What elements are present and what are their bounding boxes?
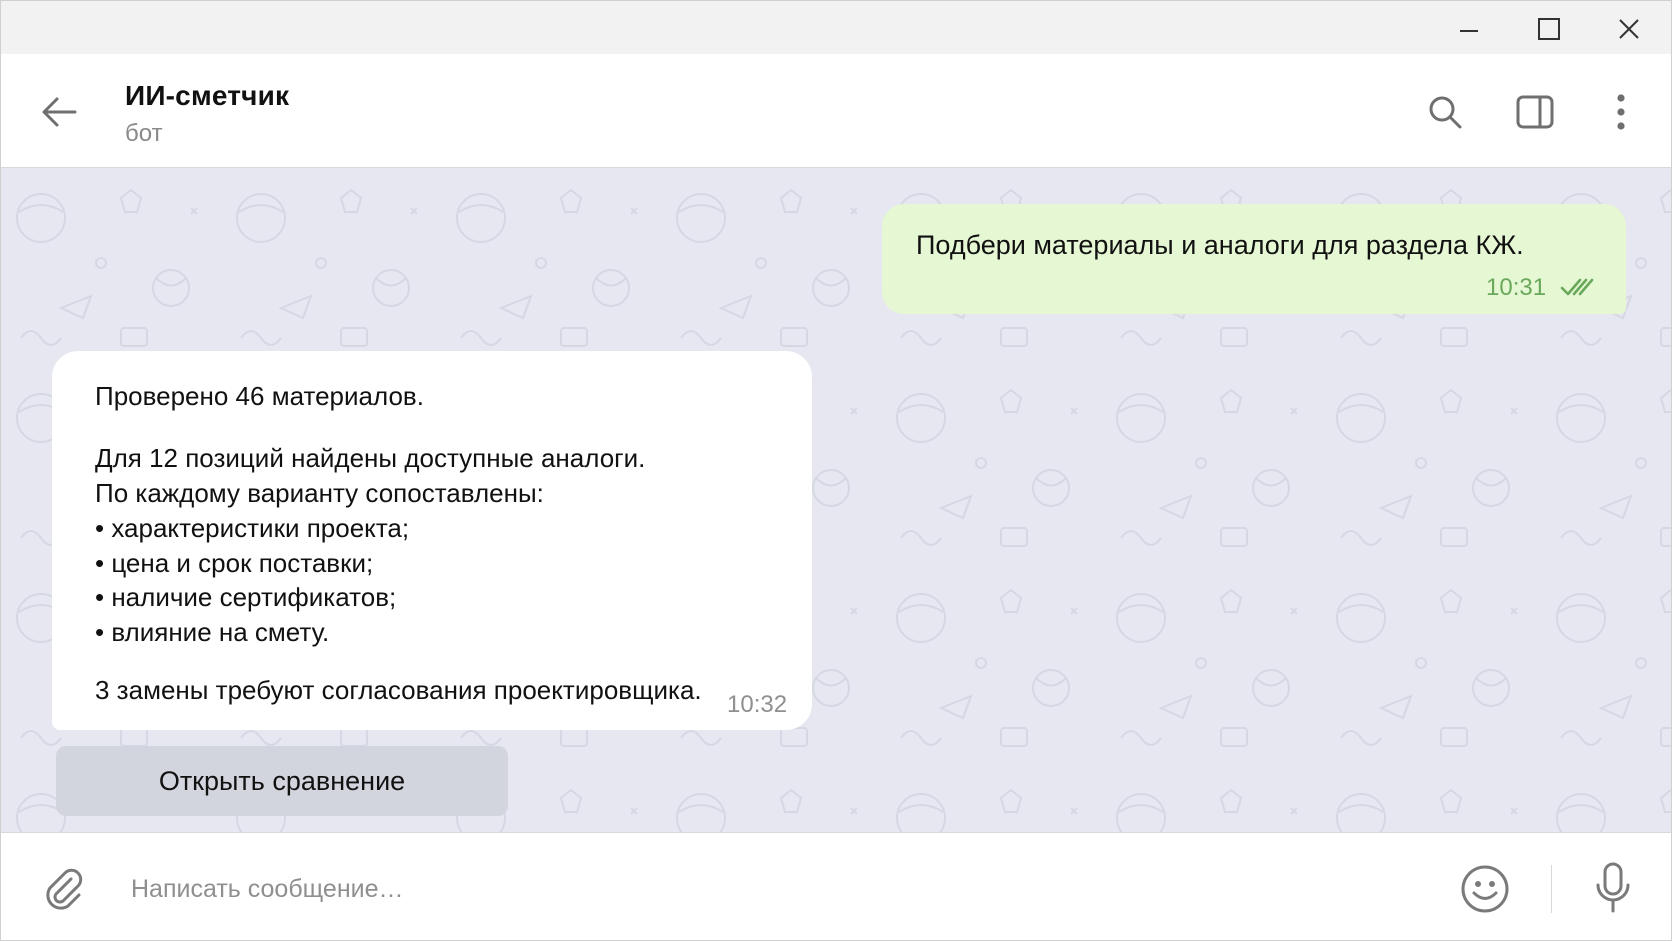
chat-header: ИИ-сметчик бот [1,54,1671,168]
message-line: Проверено 46 материалов. [95,381,424,411]
side-panel-button[interactable] [1511,88,1559,136]
bullet-item: • характеристики проекта; [95,513,410,543]
message-composer [1,832,1671,940]
incoming-message-time: 10:32 [727,691,788,718]
message-line: 3 замены требуют согласования проектиров… [95,675,702,705]
emoji-button[interactable] [1457,861,1513,917]
search-icon [1429,96,1462,129]
bullet-item: • влияние на смету. [95,617,330,647]
more-vertical-icon [1617,94,1625,130]
outgoing-message-text: Подбери материалы и аналоги для раздела … [916,230,1524,260]
maximize-button[interactable] [1521,9,1577,49]
chat-title: ИИ-сметчик [125,80,290,111]
back-arrow-icon [42,97,77,127]
message-line: Для 12 позиций найдены доступные аналоги… [95,443,646,473]
minimize-button[interactable] [1441,9,1497,49]
close-button[interactable] [1601,9,1657,49]
bullet-item: • цена и срок поставки; [95,548,374,578]
more-options-button[interactable] [1597,88,1645,136]
open-comparison-button[interactable]: Открыть сравнение [56,746,508,816]
microphone-icon [1596,862,1630,913]
side-panel-icon [1516,95,1554,129]
chat-subtitle: бот [125,120,163,147]
double-check-icon [1560,278,1594,296]
chat-area[interactable]: Подбери материалы и аналоги для раздела … [1,168,1671,832]
paperclip-icon [46,868,83,910]
incoming-message[interactable]: Проверено 46 материалов. Для 12 позиций … [52,351,812,730]
close-icon [1619,19,1639,39]
bullet-item: • наличие сертификатов; [95,582,397,612]
composer-divider [1551,865,1552,913]
attach-button[interactable] [37,863,91,917]
app-window: ИИ-сметчик бот Подбери материалы и анало… [0,0,1672,941]
outgoing-message[interactable]: Подбери материалы и аналоги для раздела … [882,204,1626,314]
message-input[interactable] [131,861,1431,917]
maximize-icon [1538,18,1560,40]
title-bar [1,1,1671,54]
emoji-icon [1461,865,1509,913]
search-button[interactable] [1421,88,1469,136]
back-button[interactable] [35,88,83,136]
outgoing-message-time: 10:31 [1486,274,1547,301]
minimize-icon [1460,30,1478,32]
message-line: По каждому варианту сопоставлены: [95,478,544,508]
voice-message-button[interactable] [1585,857,1641,919]
